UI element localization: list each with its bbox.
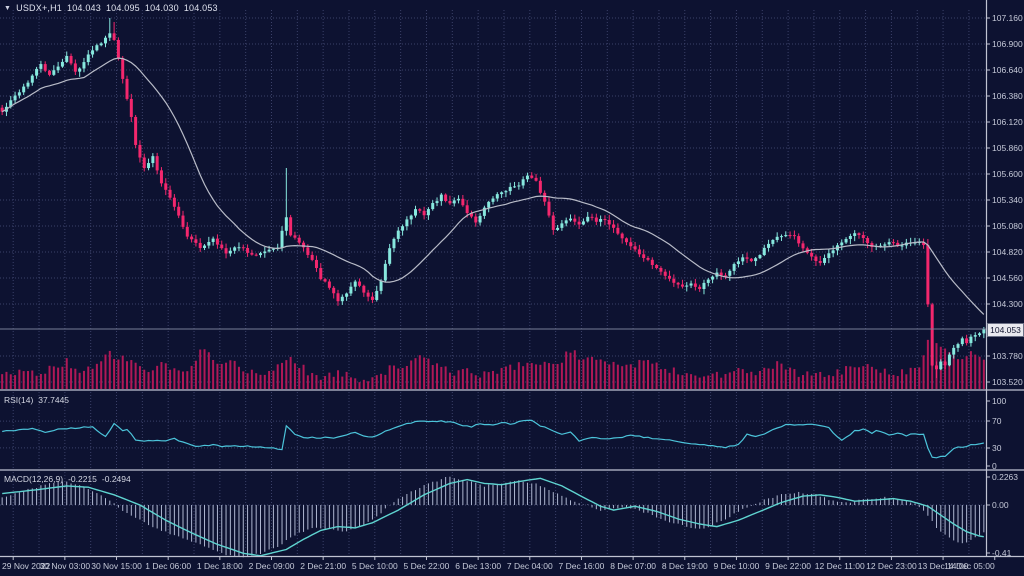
current-price-badge: 104.053 [987, 323, 1024, 337]
time-axis-label: 7 Dec 04:00 [507, 561, 553, 571]
ohlc-high: 104.095 [106, 3, 140, 13]
price-axis-label: 106.380 [992, 91, 1023, 101]
macd-indicator-name: MACD(12,26,9) [4, 474, 63, 484]
macd-axis-label: 0.2263 [992, 472, 1018, 482]
time-axis-label: 2 Dec 21:00 [300, 561, 346, 571]
ohlc-open: 104.043 [67, 3, 101, 13]
chart-header: ▼ USDX+,H1 104.043 104.095 104.030 104.0… [4, 3, 218, 13]
ohlc-low: 104.030 [145, 3, 179, 13]
time-axis-label: 12 Dec 23:00 [866, 561, 917, 571]
time-axis-label: 30 Nov 15:00 [91, 561, 142, 571]
macd-panel-title: MACD(12,26,9) -0.2215 -0.2494 [4, 474, 131, 484]
price-axis-label: 104.820 [992, 247, 1023, 257]
rsi-indicator-value: 37.7445 [38, 395, 69, 405]
rsi-axis-label: 100 [992, 396, 1006, 406]
time-axis-label: 1 Dec 18:00 [197, 561, 243, 571]
price-axis-label: 104.300 [992, 299, 1023, 309]
time-axis-label: 7 Dec 16:00 [559, 561, 605, 571]
macd-indicator-value-signal: -0.2494 [102, 474, 131, 484]
time-axis-label: 5 Dec 10:00 [352, 561, 398, 571]
time-axis-label: 14 Dec 05:00 [944, 561, 995, 571]
rsi-axis-label: 0 [992, 461, 997, 471]
symbol-dropdown-icon[interactable]: ▼ [4, 5, 11, 12]
chart-canvas[interactable] [0, 0, 1024, 576]
time-axis-label: 12 Dec 11:00 [815, 561, 865, 571]
time-axis-label: 1 Dec 06:00 [145, 561, 191, 571]
price-axis-label: 104.560 [992, 273, 1023, 283]
time-axis-label: 30 Nov 03:00 [40, 561, 91, 571]
time-axis-label: 8 Dec 07:00 [610, 561, 656, 571]
macd-axis-label: 0.00 [992, 500, 1009, 510]
rsi-panel-title: RSI(14) 37.7445 [4, 395, 69, 405]
time-axis-label: 5 Dec 22:00 [404, 561, 450, 571]
macd-axis-label: -0.41 [992, 548, 1011, 558]
price-axis-label: 106.900 [992, 39, 1023, 49]
price-axis-label: 105.860 [992, 143, 1023, 153]
macd-indicator-value-main: -0.2215 [68, 474, 97, 484]
time-axis-label: 9 Dec 10:00 [714, 561, 760, 571]
rsi-axis-label: 70 [992, 416, 1001, 426]
ohlc-close: 104.053 [184, 3, 218, 13]
time-axis-label: 9 Dec 22:00 [765, 561, 811, 571]
symbol-timeframe-label: USDX+,H1 [16, 3, 62, 13]
price-axis-label: 103.520 [992, 377, 1023, 387]
time-axis-label: 8 Dec 19:00 [662, 561, 708, 571]
trading-chart-window: ▼ USDX+,H1 104.043 104.095 104.030 104.0… [0, 0, 1024, 576]
price-axis-label: 107.160 [992, 13, 1023, 23]
price-axis-label: 103.780 [992, 351, 1023, 361]
rsi-axis-label: 30 [992, 443, 1001, 453]
price-axis-label: 105.080 [992, 221, 1023, 231]
time-axis-label: 2 Dec 09:00 [249, 561, 295, 571]
price-axis-label: 105.340 [992, 195, 1023, 205]
price-axis-label: 106.640 [992, 65, 1023, 75]
price-axis-label: 105.600 [992, 169, 1023, 179]
rsi-indicator-name: RSI(14) [4, 395, 33, 405]
time-axis-label: 6 Dec 13:00 [455, 561, 501, 571]
price-axis-label: 106.120 [992, 117, 1023, 127]
time-axis[interactable]: 29 Nov 202230 Nov 03:0030 Nov 15:001 Dec… [0, 557, 1024, 576]
